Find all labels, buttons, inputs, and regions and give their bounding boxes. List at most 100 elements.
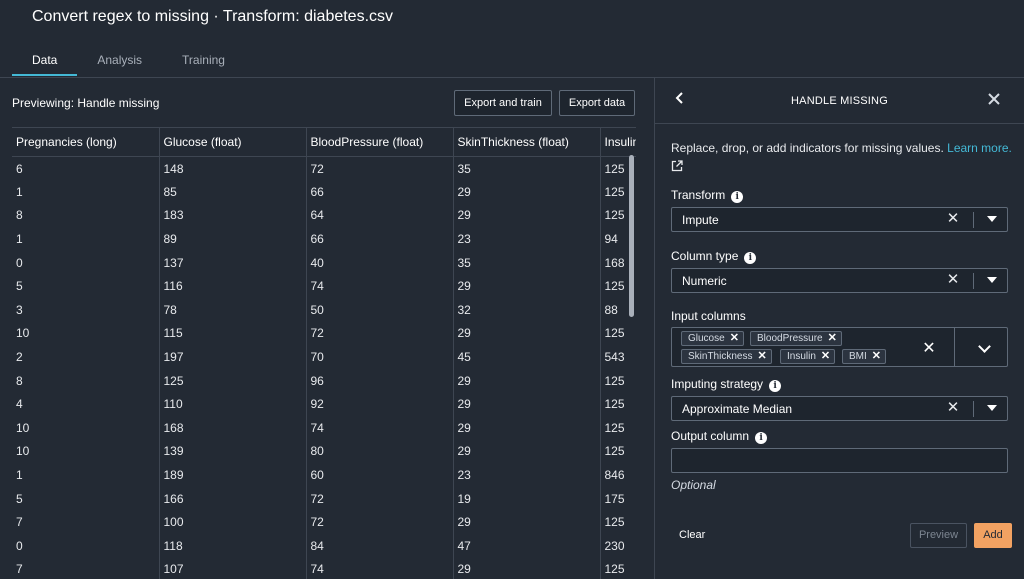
table-cell: 125 bbox=[599, 416, 636, 440]
column-type-label: Column type i bbox=[671, 249, 757, 264]
table-row: 7 107 74 29 125 bbox=[12, 557, 636, 579]
caret-down-icon[interactable] bbox=[987, 216, 997, 222]
clear-icon[interactable]: ✕ bbox=[945, 211, 961, 227]
table-cell: 5 bbox=[16, 279, 23, 294]
close-icon[interactable] bbox=[984, 90, 1004, 110]
output-column-input[interactable] bbox=[671, 448, 1008, 473]
table-cell: 80 bbox=[305, 439, 453, 464]
remove-token-icon[interactable]: ✕ bbox=[828, 332, 837, 345]
table-cell: 10 bbox=[16, 326, 30, 341]
input-columns-label: Input columns bbox=[671, 309, 746, 323]
transform-select[interactable]: Impute ✕ bbox=[671, 207, 1008, 232]
info-icon[interactable]: i bbox=[731, 191, 744, 203]
column-token: BMI ✕ bbox=[842, 349, 886, 364]
table-cell: 125 bbox=[599, 439, 636, 464]
panel-description: Replace, drop, or add indicators for mis… bbox=[671, 140, 1016, 177]
clear-icon[interactable]: ✕ bbox=[945, 400, 961, 416]
table-row: 8 125 96 29 125 bbox=[12, 368, 636, 393]
table-row: 10 115 72 29 125 bbox=[12, 321, 636, 346]
table-cell: 197 bbox=[158, 345, 306, 369]
remove-token-icon[interactable]: ✕ bbox=[872, 350, 881, 363]
table-scrollbar[interactable] bbox=[629, 155, 634, 317]
table-cell: 8 bbox=[16, 373, 23, 388]
table-cell: 4 bbox=[16, 397, 23, 412]
imputing-strategy-select[interactable]: Approximate Median ✕ bbox=[671, 396, 1008, 421]
info-icon[interactable]: i bbox=[769, 380, 782, 392]
column-type-select[interactable]: Numeric ✕ bbox=[671, 268, 1008, 293]
caret-down-icon[interactable] bbox=[987, 277, 997, 283]
table-cell: 8 bbox=[16, 208, 23, 223]
table-row: 1 85 66 29 125 bbox=[12, 180, 636, 204]
table-cell: 10 bbox=[16, 420, 30, 435]
input-columns-multiselect[interactable]: Glucose ✕ BloodPressure ✕ SkinThickness ✕ I… bbox=[671, 327, 1008, 367]
table-row: 4 110 92 29 125 bbox=[12, 392, 636, 417]
tab-bar: Data Analysis Training bbox=[12, 44, 245, 76]
clear-button[interactable]: Clear bbox=[679, 529, 705, 541]
column-header[interactable]: BloodPressure (float) bbox=[305, 127, 454, 157]
column-header[interactable]: Insulin (float) bbox=[599, 127, 636, 157]
column-header[interactable]: Pregnancies (long) bbox=[12, 127, 160, 157]
export-and-train-button[interactable]: Export and train bbox=[454, 90, 552, 116]
table-cell: 32 bbox=[452, 298, 600, 322]
table-cell: 6 bbox=[16, 161, 23, 176]
column-token: BloodPressure ✕ bbox=[750, 331, 842, 346]
select-divider bbox=[973, 401, 974, 417]
chevron-down-icon[interactable] bbox=[978, 340, 991, 353]
table-cell: 70 bbox=[305, 345, 453, 369]
optional-hint: Optional bbox=[671, 478, 716, 492]
column-token: Insulin ✕ bbox=[780, 349, 836, 364]
table-cell: 846 bbox=[599, 463, 636, 487]
caret-down-icon[interactable] bbox=[987, 405, 997, 411]
table-cell: 85 bbox=[158, 180, 306, 204]
description-text: Replace, drop, or add indicators for mis… bbox=[671, 141, 944, 155]
page-title: Convert regex to missing · Transform: di… bbox=[32, 8, 394, 25]
table-cell: 29 bbox=[452, 416, 600, 440]
handle-missing-panel: HANDLE MISSING Replace, drop, or add ind… bbox=[654, 78, 1024, 579]
table-cell: 115 bbox=[158, 321, 306, 346]
column-header[interactable]: SkinThickness (float) bbox=[452, 127, 601, 157]
table-cell: 148 bbox=[158, 156, 306, 181]
table-cell: 230 bbox=[599, 534, 636, 558]
table-cell: 23 bbox=[452, 463, 600, 487]
table-cell: 137 bbox=[158, 250, 306, 275]
remove-token-icon[interactable]: ✕ bbox=[757, 350, 766, 363]
clear-icon[interactable]: ✕ bbox=[945, 272, 961, 288]
table-cell: 84 bbox=[305, 534, 453, 558]
table-row: 7 100 72 29 125 bbox=[12, 510, 636, 534]
data-table[interactable]: Pregnancies (long) Glucose (float) Blood… bbox=[12, 127, 636, 579]
table-cell: 1 bbox=[16, 232, 23, 247]
table-cell: 50 bbox=[305, 298, 453, 322]
table-row: 1 89 66 23 94 bbox=[12, 227, 636, 251]
export-data-button[interactable]: Export data bbox=[559, 90, 635, 116]
tab-data[interactable]: Data bbox=[12, 44, 78, 76]
preview-button[interactable]: Preview bbox=[910, 523, 967, 548]
learn-more-link[interactable]: Learn more. bbox=[947, 141, 1012, 155]
remove-token-icon[interactable]: ✕ bbox=[730, 332, 739, 345]
column-header[interactable]: Glucose (float) bbox=[158, 127, 307, 157]
info-icon[interactable]: i bbox=[755, 432, 768, 444]
table-cell: 72 bbox=[305, 156, 453, 181]
table-row: 1 189 60 23 846 bbox=[12, 463, 636, 487]
table-cell: 3 bbox=[16, 302, 23, 317]
info-icon[interactable]: i bbox=[744, 252, 757, 264]
clear-all-icon[interactable]: ✕ bbox=[921, 338, 937, 357]
remove-token-icon[interactable]: ✕ bbox=[821, 350, 830, 363]
tab-analysis[interactable]: Analysis bbox=[77, 44, 162, 76]
external-link-icon[interactable] bbox=[671, 160, 683, 172]
add-button[interactable]: Add bbox=[974, 523, 1012, 548]
table-row: 8 183 64 29 125 bbox=[12, 203, 636, 228]
table-cell: 29 bbox=[452, 557, 600, 579]
table-row: 3 78 50 32 88 bbox=[12, 298, 636, 322]
table-cell: 47 bbox=[452, 534, 600, 558]
tab-training[interactable]: Training bbox=[162, 44, 245, 76]
table-cell: 189 bbox=[158, 463, 306, 487]
table-cell: 60 bbox=[305, 463, 453, 487]
table-cell: 29 bbox=[452, 510, 600, 534]
table-cell: 139 bbox=[158, 439, 306, 464]
table-header-row: Pregnancies (long) Glucose (float) Blood… bbox=[12, 127, 636, 157]
table-cell: 5 bbox=[16, 491, 23, 506]
table-cell: 19 bbox=[452, 486, 600, 511]
table-cell: 125 bbox=[599, 392, 636, 417]
table-row: 0 137 40 35 168 bbox=[12, 250, 636, 275]
table-row: 10 139 80 29 125 bbox=[12, 439, 636, 464]
